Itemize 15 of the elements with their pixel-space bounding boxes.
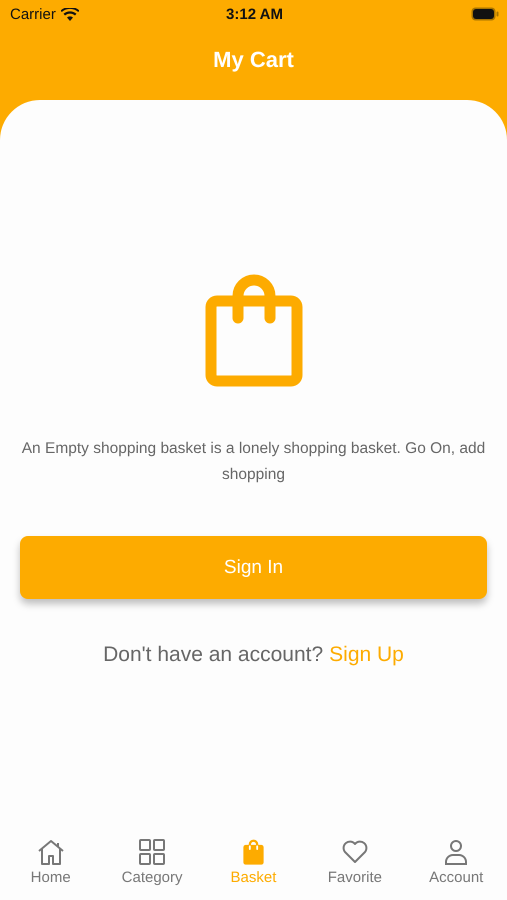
empty-cart-message: An Empty shopping basket is a lonely shopping basket. Go On, add shopping [20, 439, 486, 485]
wifi-icon [60, 8, 79, 20]
tab-bar-item[interactable]: Home [0, 838, 101, 886]
battery-icon [471, 7, 499, 21]
screen-title: My Cart [213, 47, 294, 73]
tab-bar-item[interactable]: Account [406, 838, 506, 886]
tab-bar-item[interactable]: Favorite [304, 838, 405, 886]
home-icon [36, 838, 66, 866]
bag-icon [242, 838, 265, 866]
grid-icon [138, 838, 166, 866]
status-time: 3:12 AM [226, 6, 283, 22]
heart-icon [340, 838, 369, 866]
tab-bar-item[interactable]: Category [102, 838, 202, 886]
carrier-name: Carrier [10, 6, 56, 22]
sign-up-prompt: Don't have an account? [103, 643, 324, 667]
